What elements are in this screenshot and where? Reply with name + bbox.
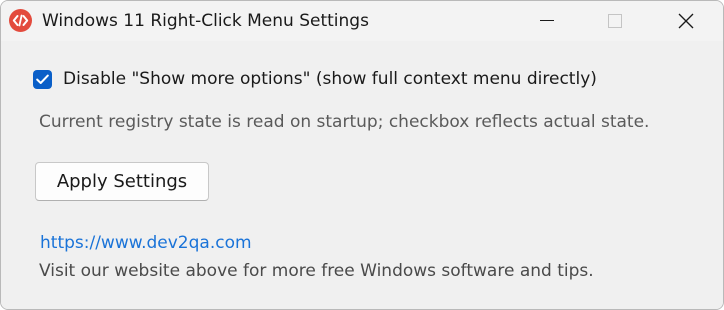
maximize-button[interactable] [592, 1, 638, 41]
code-brackets-icon [9, 9, 32, 32]
apply-settings-button[interactable]: Apply Settings [35, 162, 209, 201]
minimize-icon [540, 19, 554, 22]
checkmark-icon [36, 74, 49, 84]
close-button[interactable] [663, 1, 709, 41]
app-window: Windows 11 Right-Click Menu Settings Dis… [0, 0, 724, 310]
disable-show-more-checkbox[interactable] [33, 70, 52, 89]
website-note: Visit our website above for more free Wi… [39, 261, 594, 281]
minimize-button[interactable] [524, 1, 570, 41]
title-bar[interactable]: Windows 11 Right-Click Menu Settings [1, 1, 723, 41]
registry-info-text: Current registry state is read on startu… [39, 112, 650, 132]
checkbox-label[interactable]: Disable "Show more options" (show full c… [63, 69, 597, 89]
settings-panel: Disable "Show more options" (show full c… [1, 41, 723, 309]
close-icon [678, 13, 694, 29]
website-link[interactable]: https://www.dev2qa.com [40, 233, 252, 253]
window-title: Windows 11 Right-Click Menu Settings [42, 11, 369, 31]
maximize-icon [608, 14, 622, 28]
